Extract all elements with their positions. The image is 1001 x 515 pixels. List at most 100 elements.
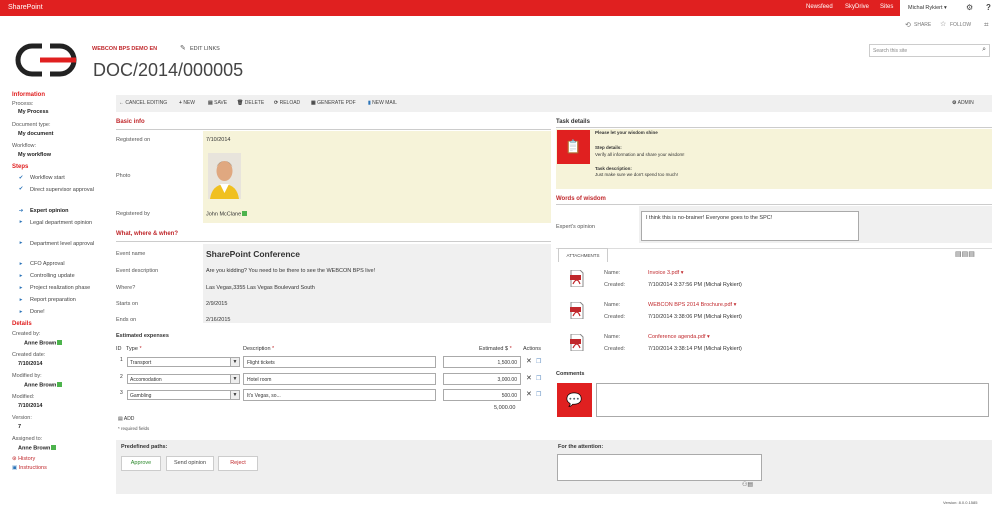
step-direct-supervisor[interactable]: ✔ Direct supervisor approval xyxy=(19,186,110,194)
attachment-link[interactable]: Invoice 3.pdf ▾ xyxy=(648,270,683,276)
attachment-name-label: Name: xyxy=(604,270,621,276)
site-link[interactable]: WEBCON BPS DEMO EN xyxy=(92,46,157,52)
attachment-name-label: Name: xyxy=(604,334,621,340)
share-link[interactable]: SHARE xyxy=(914,22,931,28)
task-description-title: Task description: xyxy=(595,166,632,171)
step-workflow-start[interactable]: ✔ Workflow start xyxy=(19,175,110,181)
presence-indicator xyxy=(242,211,248,216)
gear-icon[interactable]: ⚙ xyxy=(966,3,973,12)
follow-icon[interactable]: ☆ xyxy=(940,20,946,28)
step-cfo-approval[interactable]: ▸ CFO Approval xyxy=(20,261,110,267)
step-report-preparation[interactable]: ▸ Report preparation xyxy=(20,297,110,303)
attention-heading: For the attention: xyxy=(558,444,604,450)
send-opinion-button[interactable]: Send opinion xyxy=(166,456,214,471)
estimated-input[interactable]: 3,000.00 xyxy=(443,373,521,385)
step-project-realization[interactable]: ▸ Project realization phase xyxy=(20,285,110,291)
divider xyxy=(556,127,992,128)
search-icon[interactable]: ⌕ xyxy=(982,46,986,54)
delete-row-icon[interactable]: ✕ xyxy=(526,390,532,398)
edit-links[interactable]: EDIT LINKS xyxy=(190,46,220,52)
created-date-value: 7/10/2014 xyxy=(18,361,43,367)
doctype-label: Document type: xyxy=(12,122,51,128)
version-label: Version: xyxy=(12,415,32,421)
search-placeholder: Search this site xyxy=(873,48,908,54)
description-input[interactable]: Flight tickets xyxy=(243,356,436,368)
admin-button[interactable]: ⚙ ADMIN xyxy=(952,100,974,106)
copy-row-icon[interactable]: ❐ xyxy=(536,391,541,398)
new-button[interactable]: + NEW xyxy=(179,100,195,106)
attachment-link[interactable]: Conference agenda.pdf ▾ xyxy=(648,334,710,340)
modified-value: 7/10/2014 xyxy=(18,403,43,409)
nav-sites[interactable]: Sites xyxy=(880,4,893,10)
divider xyxy=(116,129,551,130)
comment-textarea[interactable] xyxy=(596,383,989,417)
attachments-tab[interactable]: ATTACHMENTS xyxy=(558,248,608,262)
people-picker-icon[interactable]: ⚇▤ xyxy=(742,481,753,488)
search-input[interactable]: Search this site ⌕ xyxy=(869,44,990,57)
attention-input[interactable] xyxy=(557,454,762,481)
reject-button[interactable]: Reject xyxy=(218,456,258,471)
attachment-created-label: Created: xyxy=(604,346,626,352)
doctype-value: My document xyxy=(18,131,54,137)
event-description-value: Are you kidding? You need to be there to… xyxy=(206,268,376,274)
estimated-input[interactable]: 1,500.00 xyxy=(443,356,521,368)
attachment-actions-icon[interactable]: ▤▤▤ xyxy=(955,250,975,258)
created-date-label: Created date: xyxy=(12,352,46,358)
description-input[interactable]: It's Vegas, so... xyxy=(243,389,436,401)
delete-button[interactable]: 🗑 DELETE xyxy=(237,100,264,106)
type-select[interactable]: Gambling ▼ xyxy=(127,390,240,400)
nav-newsfeed[interactable]: Newsfeed xyxy=(806,4,833,10)
step-legal-department[interactable]: ▸ Legal department opinion xyxy=(20,219,110,227)
step-details-title: Step details: xyxy=(595,145,622,150)
sharepoint-brand[interactable]: SharePoint xyxy=(8,4,43,11)
history-link[interactable]: ⊛ History xyxy=(12,456,35,462)
attachment-name-label: Name: xyxy=(604,302,621,308)
share-icon[interactable]: ⟲ xyxy=(905,21,911,29)
step-department-level[interactable]: ▸ Department level approval xyxy=(20,240,110,248)
attachment-link[interactable]: WEBCON BPS 2014 Brochure.pdf ▾ xyxy=(648,302,736,308)
step-expert-opinion[interactable]: ➔ Expert opinion xyxy=(19,208,110,214)
version-value: 7 xyxy=(18,424,22,430)
cancel-editing-button[interactable]: ← CANCEL EDITING xyxy=(119,100,167,106)
arrow-left-icon: ← xyxy=(119,100,124,106)
triangle-icon: ▸ xyxy=(19,273,23,279)
new-mail-button[interactable]: ▮ NEW MAIL xyxy=(368,100,397,106)
assigned-label: Assigned to: xyxy=(12,436,43,442)
expert-opinion-textarea[interactable]: I think this is no-brainer! Everyone goe… xyxy=(641,211,859,241)
approve-button[interactable]: Approve xyxy=(121,456,161,471)
focus-icon[interactable]: ⌗ xyxy=(984,20,989,30)
user-name[interactable]: Michał Rykiert ▾ xyxy=(908,5,947,11)
gear-icon: ⚙ xyxy=(952,100,957,106)
step-done[interactable]: ▸ Done! xyxy=(20,309,110,315)
instructions-link[interactable]: ▣ Instructions xyxy=(12,465,47,471)
event-description-label: Event description xyxy=(116,268,159,274)
step-controlling-update[interactable]: ▸ Controlling update xyxy=(20,273,110,279)
follow-link[interactable]: FOLLOW xyxy=(950,22,971,28)
copy-row-icon[interactable]: ❐ xyxy=(536,358,541,365)
add-row-button[interactable]: ▤ ADD xyxy=(118,416,134,422)
starts-on-label: Starts on xyxy=(116,301,139,307)
save-button[interactable]: ▤ SAVE xyxy=(208,100,227,106)
copy-row-icon[interactable]: ❐ xyxy=(536,375,541,382)
reload-button[interactable]: ⟳ RELOAD xyxy=(274,100,300,106)
col-type: Type * xyxy=(126,346,142,352)
help-icon[interactable]: ? xyxy=(986,3,991,12)
created-by-value: Anne Brown xyxy=(24,340,63,347)
webcon-logo xyxy=(10,40,82,80)
nav-skydrive[interactable]: SkyDrive xyxy=(845,4,869,10)
delete-row-icon[interactable]: ✕ xyxy=(526,357,532,365)
description-input[interactable]: Hotel room xyxy=(243,373,436,385)
presence-indicator xyxy=(57,382,63,387)
generate-pdf-button[interactable]: ▦ GENERATE PDF xyxy=(311,100,356,106)
basic-info-highlight xyxy=(203,131,551,223)
delete-row-icon[interactable]: ✕ xyxy=(526,374,532,382)
estimated-input[interactable]: 500.00 xyxy=(443,389,521,401)
col-id: ID xyxy=(116,346,122,352)
registered-on-value: 7/10/2014 xyxy=(206,137,231,143)
photo-avatar xyxy=(208,153,241,199)
chevron-down-icon: ▼ xyxy=(230,375,239,383)
type-select[interactable]: Transport ▼ xyxy=(127,357,240,367)
step-details-text: Verify all information and share your wi… xyxy=(595,152,685,157)
version-footer: Version: 8.0.0.1585 xyxy=(943,500,978,505)
type-select[interactable]: Accomodation ▼ xyxy=(127,374,240,384)
